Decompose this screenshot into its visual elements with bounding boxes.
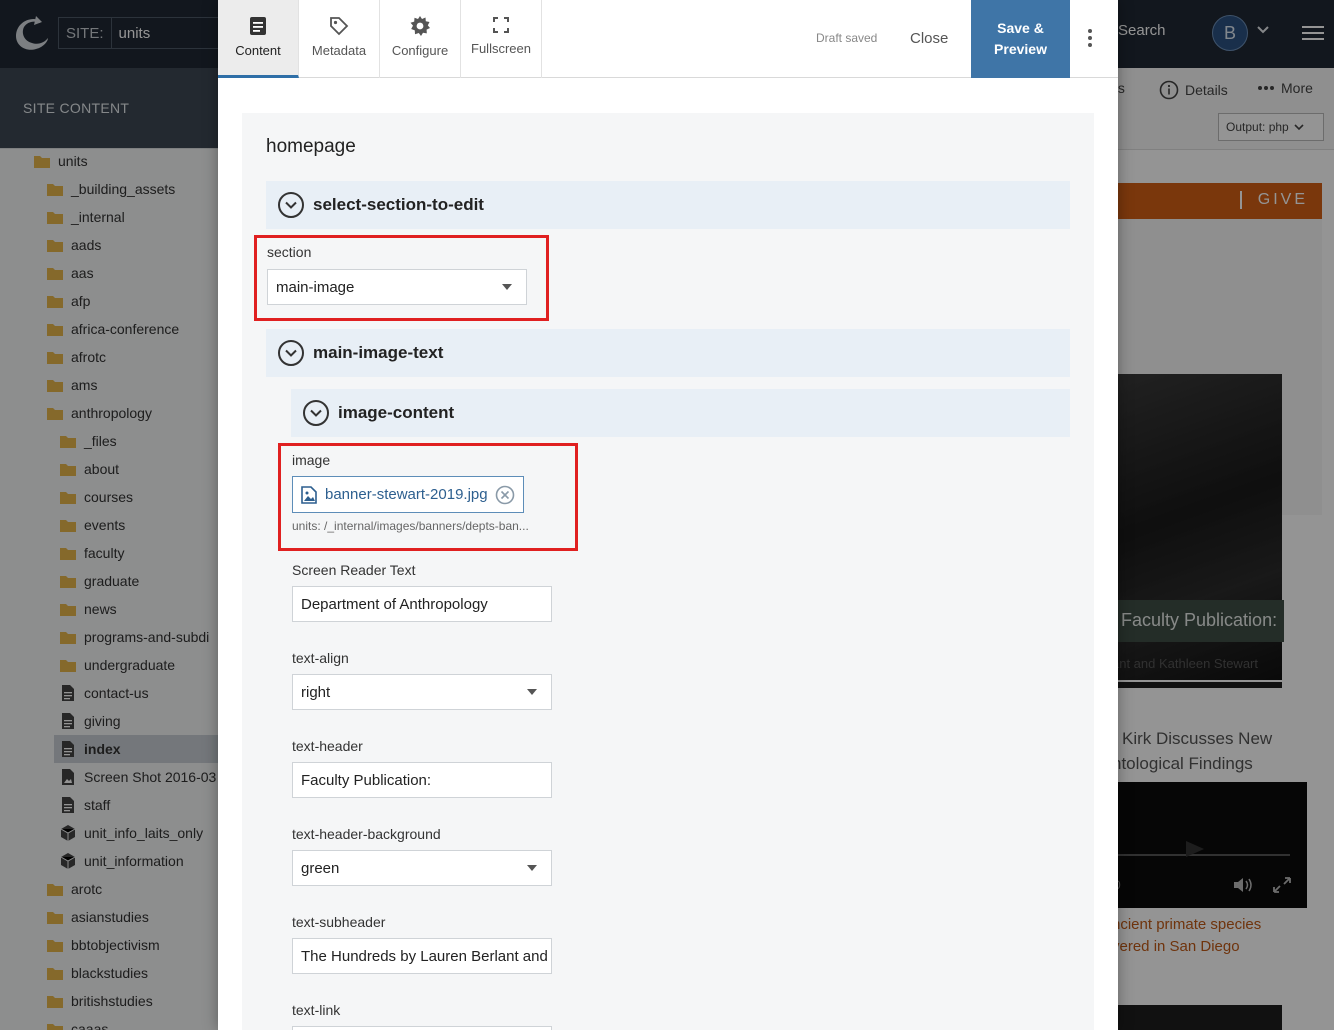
text-subheader-label: text-subheader [292, 914, 386, 930]
clear-circle-icon[interactable] [495, 485, 515, 505]
tab-configure-label: Configure [391, 43, 449, 58]
tab-content[interactable]: Content [218, 0, 299, 78]
section-select-value: main-image [276, 278, 355, 296]
text-header-input[interactable]: Faculty Publication: [292, 762, 552, 798]
edit-modal: Content Metadata Configure Fullscreen Dr… [218, 0, 1118, 1030]
screen-reader-text-label: Screen Reader Text [292, 562, 416, 578]
text-header-background-label: text-header-background [292, 826, 441, 842]
image-file-name[interactable]: banner-stewart-2019.jpg [325, 486, 488, 503]
dropdown-caret-icon [527, 865, 537, 871]
group-title: main-image-text [313, 343, 444, 362]
image-file-path: units: /_internal/images/banners/depts-b… [292, 519, 529, 533]
draft-status: Draft saved [816, 31, 878, 45]
tab-content-label: Content [235, 43, 281, 58]
text-header-background-select[interactable]: green [292, 850, 552, 886]
document-title: homepage [266, 136, 356, 157]
collapse-chevron-icon[interactable] [303, 400, 329, 426]
tab-fullscreen-label: Fullscreen [471, 41, 531, 56]
text-header-label: text-header [292, 738, 363, 754]
text-align-value: right [301, 683, 331, 701]
section-select[interactable]: main-image [267, 269, 527, 305]
text-header-background-value: green [301, 859, 340, 877]
tab-configure[interactable]: Configure [380, 0, 461, 78]
text-align-select[interactable]: right [292, 674, 552, 710]
editor-toolbar: Content Metadata Configure Fullscreen Dr… [218, 0, 1118, 78]
image-field-label: image [292, 452, 331, 468]
tab-metadata-label: Metadata [311, 43, 367, 58]
save-preview-line1: Save & [997, 20, 1044, 36]
save-preview-line2: Preview [994, 41, 1047, 57]
group-header-main-image-text[interactable]: main-image-text [266, 329, 1070, 377]
text-link-label: text-link [292, 1002, 341, 1018]
tab-metadata[interactable]: Metadata [299, 0, 380, 78]
tag-icon [330, 17, 349, 36]
group-header-select-section[interactable]: select-section-to-edit [266, 181, 1070, 229]
gear-icon [410, 16, 430, 36]
tab-fullscreen[interactable]: Fullscreen [461, 0, 542, 78]
collapse-chevron-icon[interactable] [278, 192, 304, 218]
close-button[interactable]: Close [910, 30, 948, 47]
group-title: select-section-to-edit [313, 195, 484, 214]
group-header-image-content[interactable]: image-content [291, 389, 1070, 437]
collapse-chevron-icon[interactable] [278, 340, 304, 366]
section-field-label: section [267, 244, 312, 260]
text-align-label: text-align [292, 650, 349, 666]
image-file-icon [301, 485, 317, 504]
save-preview-button[interactable]: Save & Preview [971, 0, 1070, 78]
kebab-menu-icon[interactable] [1087, 28, 1093, 48]
text-link-input[interactable] [292, 1026, 552, 1030]
form-panel: homepage select-section-to-edit section … [242, 113, 1094, 1030]
group-title: image-content [338, 403, 455, 422]
fullscreen-icon [493, 17, 509, 33]
document-icon [250, 17, 266, 35]
text-subheader-input[interactable]: The Hundreds by Lauren Berlant and [292, 938, 552, 974]
dropdown-caret-icon [502, 284, 512, 290]
dropdown-caret-icon [527, 689, 537, 695]
screen-reader-text-input[interactable]: Department of Anthropology [292, 586, 552, 622]
image-file-chooser[interactable]: banner-stewart-2019.jpg [292, 476, 524, 513]
